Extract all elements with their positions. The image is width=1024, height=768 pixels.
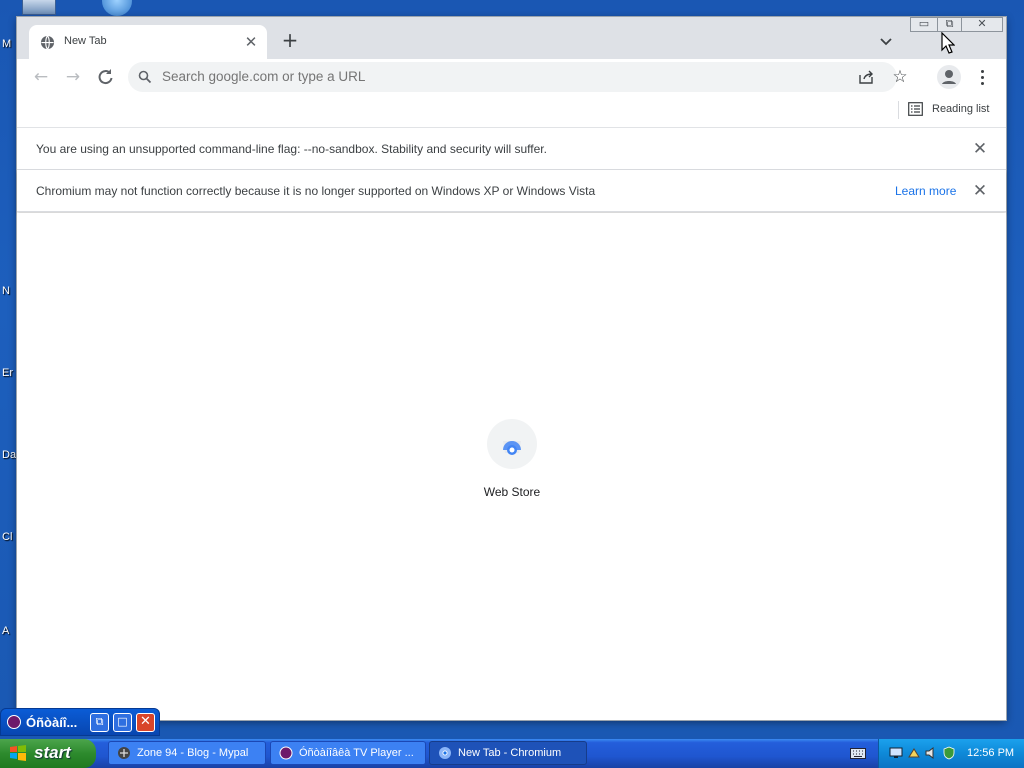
- back-button[interactable]: ←: [29, 65, 53, 89]
- profile-icon[interactable]: [937, 65, 961, 89]
- new-tab-button[interactable]: +: [279, 30, 301, 52]
- mouse-cursor-icon: [941, 32, 955, 54]
- chromium-icon: [439, 747, 451, 759]
- task-label: Óñòàíîâêà TV Player ...: [299, 747, 414, 759]
- shortcut-label: Web Store: [483, 485, 541, 499]
- learn-more-link[interactable]: Learn more: [895, 184, 956, 198]
- infobar-text: You are using an unsupported command-lin…: [36, 142, 547, 156]
- browser-window: New Tab ✕ + ▭ ⧉ ✕ ← → ☆: [17, 17, 1006, 720]
- toolbar: ← → ☆: [17, 59, 1006, 95]
- infobar-sandbox-warning: You are using an unsupported command-lin…: [17, 128, 1006, 170]
- infobar-close-icon[interactable]: ✕: [970, 139, 990, 159]
- new-tab-page: Web Store: [17, 213, 1006, 720]
- address-input[interactable]: [162, 69, 842, 84]
- tab-strip: New Tab ✕ + ▭ ⧉ ✕: [17, 17, 1006, 59]
- clock[interactable]: 12:56 PM: [967, 747, 1014, 759]
- taskbar-item-tv-player[interactable]: Óñòàíîâêà TV Player ...: [270, 741, 426, 765]
- network-icon[interactable]: [889, 746, 903, 760]
- task-label: New Tab - Chromium: [458, 747, 562, 759]
- divider: [898, 101, 899, 119]
- share-icon[interactable]: [858, 69, 874, 85]
- system-tray: 12:56 PM: [878, 739, 1024, 768]
- star-icon[interactable]: ☆: [890, 67, 910, 87]
- maximize-button[interactable]: □: [113, 713, 132, 732]
- omnibox[interactable]: ☆: [128, 62, 908, 92]
- infobar-close-icon[interactable]: ✕: [970, 181, 990, 201]
- security-shield-icon[interactable]: [942, 746, 956, 760]
- shortcut-web-store[interactable]: Web Store: [472, 419, 552, 509]
- desktop-icon-label[interactable]: Er: [2, 367, 13, 379]
- infobar-text: Chromium may not function correctly beca…: [36, 184, 596, 198]
- desktop-icon-label[interactable]: Da: [2, 449, 16, 461]
- chevron-down-icon[interactable]: [877, 32, 895, 50]
- desktop-icon-label[interactable]: A: [2, 625, 9, 637]
- minimized-window-bar[interactable]: Óñòàíî... ⧉ □ ✕: [0, 708, 160, 736]
- menu-icon[interactable]: [975, 65, 989, 89]
- forward-button[interactable]: →: [61, 65, 85, 89]
- infobar-unsupported-os: Chromium may not function correctly beca…: [17, 170, 1006, 212]
- reading-list-label: Reading list: [932, 103, 990, 115]
- internet-explorer-icon[interactable]: [102, 0, 132, 16]
- maximize-button[interactable]: ⧉: [937, 17, 961, 32]
- tv-player-icon: [279, 746, 293, 760]
- mypal-icon: [118, 747, 130, 759]
- volume-icon[interactable]: [924, 746, 938, 760]
- desktop-icon-label[interactable]: Cl: [2, 531, 12, 543]
- taskbar: start Zone 94 - Blog - Mypal Óñòàíîâêà T…: [0, 739, 1024, 768]
- minimize-button[interactable]: ▭: [910, 17, 937, 32]
- keyboard-icon[interactable]: [850, 748, 866, 759]
- close-window-button[interactable]: ✕: [961, 17, 1003, 32]
- windows-logo-icon: [10, 745, 26, 761]
- web-store-icon: [487, 419, 537, 469]
- start-label: start: [34, 743, 71, 762]
- close-button[interactable]: ✕: [136, 713, 155, 732]
- desktop-icon-label[interactable]: M: [2, 38, 11, 50]
- globe-icon: [40, 35, 55, 50]
- search-icon: [138, 70, 152, 84]
- desktop-icon-label[interactable]: N: [2, 285, 10, 297]
- reading-list-icon: [908, 102, 923, 116]
- start-button[interactable]: start: [0, 739, 96, 768]
- window-title: Óñòàíî...: [26, 715, 78, 730]
- task-label: Zone 94 - Blog - Mypal: [137, 747, 249, 759]
- restore-button[interactable]: ⧉: [90, 713, 109, 732]
- reload-icon[interactable]: [93, 65, 117, 89]
- tab-title: New Tab: [64, 35, 107, 47]
- tab-close-icon[interactable]: ✕: [242, 33, 260, 51]
- my-computer-icon[interactable]: [22, 0, 56, 15]
- safely-remove-icon[interactable]: [907, 746, 921, 760]
- bookmarks-bar: Reading list: [17, 95, 1006, 128]
- tv-player-icon: [7, 715, 21, 729]
- tab-new-tab[interactable]: New Tab ✕: [29, 25, 267, 59]
- taskbar-item-chromium[interactable]: New Tab - Chromium: [429, 741, 587, 765]
- taskbar-item-mypal[interactable]: Zone 94 - Blog - Mypal: [108, 741, 266, 765]
